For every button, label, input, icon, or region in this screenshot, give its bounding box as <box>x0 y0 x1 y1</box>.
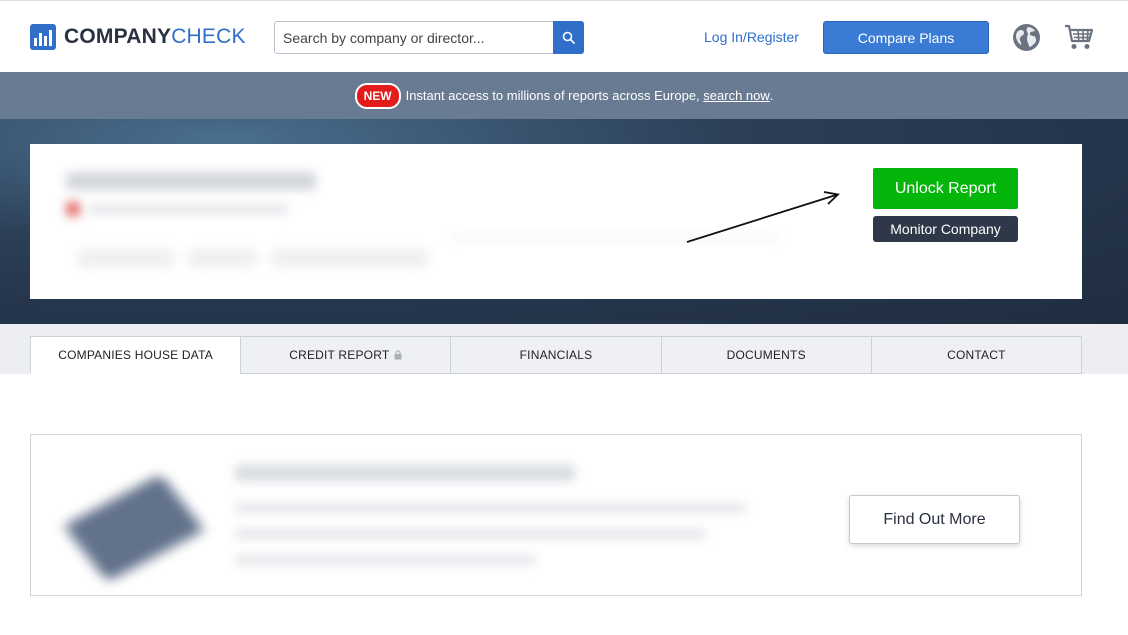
promo-text-blurred <box>235 529 705 539</box>
tab-documents[interactable]: DOCUMENTS <box>660 336 871 374</box>
company-tag-blurred <box>76 248 176 268</box>
announcement-bar: NEW Instant access to millions of report… <box>0 72 1128 119</box>
tab-financials[interactable]: FINANCIALS <box>450 336 661 374</box>
promo-title-blurred <box>235 465 575 481</box>
search-button[interactable] <box>553 21 584 54</box>
globe-icon[interactable] <box>1012 23 1041 57</box>
promo-text-blurred <box>235 555 535 565</box>
site-header: COMPANYCHECK Log In/Register Compare Pla… <box>0 0 1128 72</box>
company-name-blurred <box>66 172 316 190</box>
report-tabs: COMPANIES HOUSE DATA CREDIT REPORT FINAN… <box>30 336 1083 374</box>
search-icon <box>562 31 575 44</box>
arrow-pointer-icon <box>686 191 840 243</box>
company-subtitle-blurred <box>88 204 288 214</box>
search-now-link[interactable]: search now <box>703 88 769 103</box>
monitor-company-button[interactable]: Monitor Company <box>873 216 1018 242</box>
company-tag-blurred <box>270 248 430 268</box>
logo-wordmark: COMPANYCHECK <box>64 25 246 48</box>
login-register-link[interactable]: Log In/Register <box>704 29 799 45</box>
find-out-more-button[interactable]: Find Out More <box>849 495 1020 544</box>
announcement-text: Instant access to millions of reports ac… <box>405 88 700 103</box>
tab-credit-report[interactable]: CREDIT REPORT <box>240 336 451 374</box>
lock-icon <box>394 350 402 360</box>
search-box <box>274 21 584 54</box>
credit-report-promo: Find Out More <box>30 434 1082 596</box>
tab-companies-house-data[interactable]: COMPANIES HOUSE DATA <box>30 336 241 374</box>
compare-plans-button[interactable]: Compare Plans <box>823 21 989 54</box>
company-tag-blurred <box>186 248 258 268</box>
new-badge: NEW <box>354 82 401 109</box>
tab-contact[interactable]: CONTACT <box>870 336 1083 374</box>
promo-text-blurred <box>235 503 745 513</box>
bar-chart-logo-icon <box>30 24 56 50</box>
unlock-report-button[interactable]: Unlock Report <box>873 168 1018 209</box>
cart-icon[interactable] <box>1064 23 1094 56</box>
report-image-blurred <box>63 474 205 582</box>
tabs-band: COMPANIES HOUSE DATA CREDIT REPORT FINAN… <box>0 324 1128 374</box>
announcement-suffix: . <box>769 88 774 103</box>
search-input[interactable] <box>275 22 553 53</box>
company-check-logo[interactable]: COMPANYCHECK <box>30 24 246 50</box>
status-icon-blurred <box>66 202 80 216</box>
